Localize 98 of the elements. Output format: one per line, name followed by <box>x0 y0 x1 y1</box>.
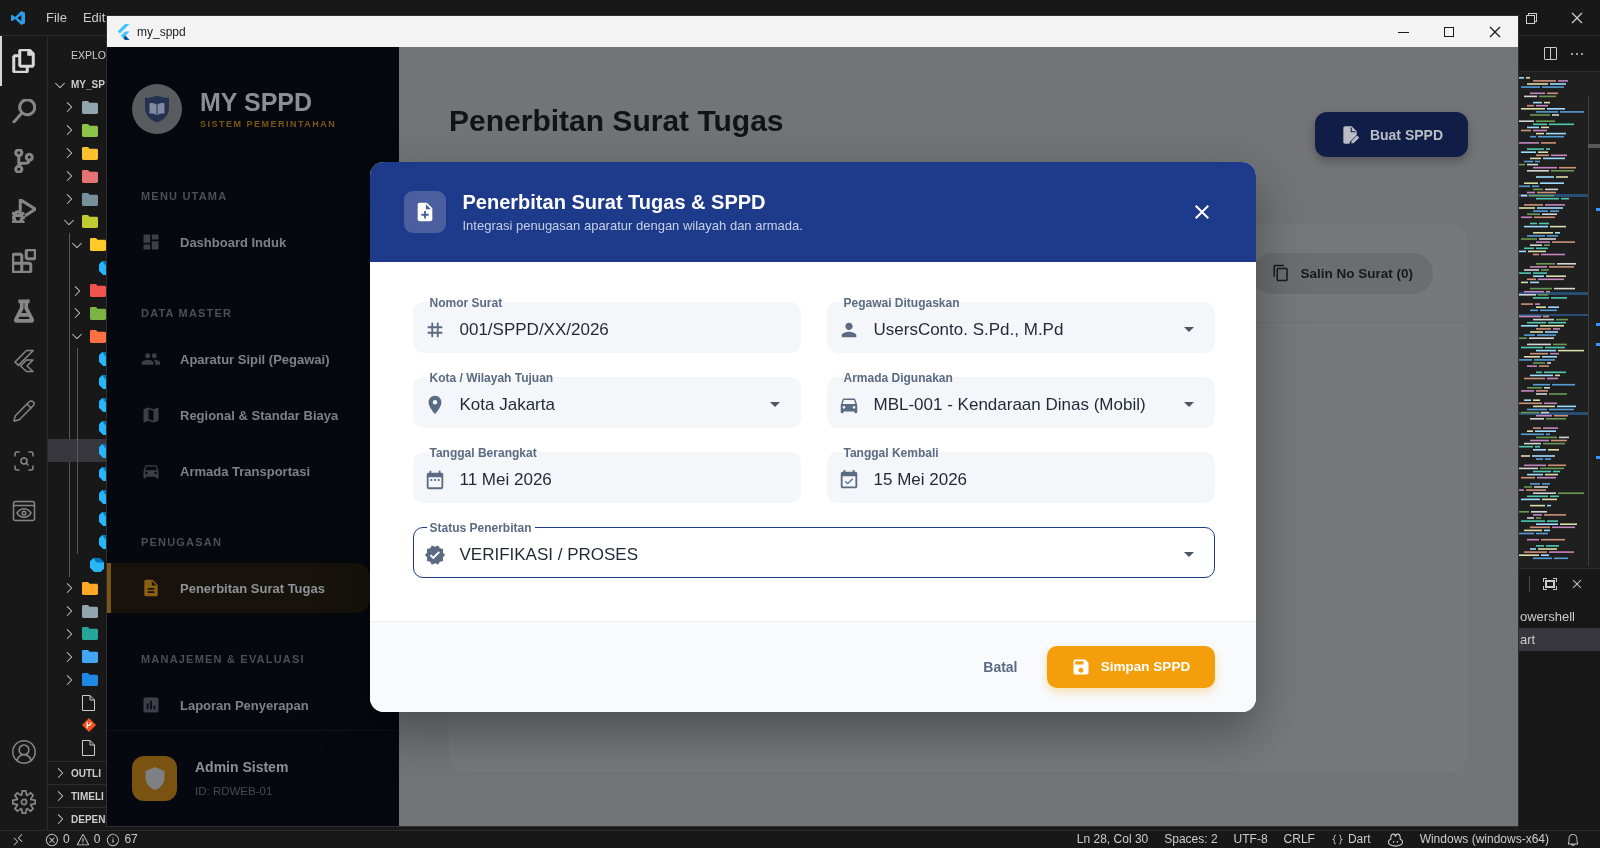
caret-icon <box>1183 327 1194 332</box>
run-debug-icon[interactable] <box>11 199 36 223</box>
status-item[interactable]: UTF-8 <box>1225 831 1276 848</box>
file-icon <box>81 740 95 757</box>
nav-item[interactable]: Regional & Standar Biaya <box>107 390 370 440</box>
bar-chart-icon <box>141 695 161 715</box>
section-title: DATA MASTER <box>141 306 233 320</box>
cancel-button[interactable]: Batal <box>971 648 1030 685</box>
create-button[interactable]: Buat SPPD <box>1314 112 1468 157</box>
caret-icon <box>1183 402 1194 407</box>
settings-icon[interactable] <box>11 790 36 814</box>
field-value: 001/SPPD/XX/2026 <box>459 319 609 340</box>
document-icon <box>141 578 161 598</box>
dropdown-field[interactable]: Armada Digunakan MBL-001 - Kendaraan Dinas (Mobil) <box>826 370 1215 428</box>
code-file-icon <box>90 558 104 573</box>
menu-item[interactable]: File <box>46 8 67 27</box>
field-label: Tanggal Kembali <box>842 445 940 460</box>
pencil-icon[interactable] <box>11 399 36 423</box>
emblem-logo-icon <box>132 84 182 134</box>
extensions-icon[interactable] <box>11 249 36 273</box>
nav-item[interactable]: Dashboard Induk <box>107 217 370 267</box>
source-control-icon[interactable] <box>11 149 36 173</box>
status-item[interactable]: Dart <box>1322 831 1379 848</box>
dropdown-field[interactable]: Pegawai Ditugaskan UsersConto. S.Pd., M.Pd <box>826 295 1215 353</box>
nav-item[interactable]: Laporan Penyerapan <box>107 680 370 730</box>
eye-window-icon[interactable] <box>11 499 36 523</box>
status-item[interactable]: 67 <box>106 831 138 848</box>
remote-icon[interactable] <box>11 832 25 847</box>
nav-item[interactable]: Armada Transportasi <box>107 446 370 496</box>
field-label: Status Penerbitan <box>428 520 533 535</box>
app-logo-icon <box>117 23 130 40</box>
page-title: Penerbitan Surat Tugas <box>449 103 784 139</box>
info-icon <box>106 832 121 847</box>
nav-item[interactable]: Aparatur Sipil (Pegawai) <box>107 334 370 384</box>
panel-title: EXPLO <box>71 48 107 61</box>
map-icon <box>141 405 161 425</box>
user-id: ID: RDWEB-01 <box>195 784 274 798</box>
status-item[interactable]: Windows (windows-x64) <box>1411 831 1557 848</box>
field-value: 15 Mei 2026 <box>873 469 968 490</box>
caret-icon <box>1183 552 1194 557</box>
active-indicator <box>0 36 2 86</box>
field-value: 11 Mei 2026 <box>459 469 552 490</box>
status-item[interactable]: 0 <box>75 831 101 848</box>
bell-icon[interactable] <box>1566 832 1580 847</box>
terminal-tab[interactable]: owershell <box>1517 605 1600 628</box>
window-title: my_sppd <box>137 24 186 39</box>
nav-item[interactable]: Penerbitan Surat Tugas <box>107 563 370 613</box>
status-item[interactable]: 0 <box>45 831 70 848</box>
branch-file-icon <box>81 718 96 733</box>
tree-root[interactable]: MY_SP <box>48 73 107 96</box>
dialog-subtitle: Integrasi penugasan aparatur dengan wilayah dan armada. <box>462 216 803 234</box>
field-value: Kota Jakarta <box>459 394 555 415</box>
field-label: Pegawai Ditugaskan <box>842 295 961 310</box>
field-label: Armada Digunakan <box>842 370 954 385</box>
dropdown-field[interactable]: Status Penerbitan VERIFIKASI / PROSES <box>412 520 1215 578</box>
dropdown-field[interactable]: Kota / Wilayah Tujuan Kota Jakarta <box>412 370 801 428</box>
error-icon <box>45 832 59 847</box>
note-add-icon <box>403 190 446 233</box>
section-title: MANAJEMEN & EVALUASI <box>141 652 305 666</box>
section-title: PENUGASAN <box>141 535 223 549</box>
field-value: MBL-001 - Kendaraan Dinas (Mobil) <box>873 394 1146 415</box>
terminal-tab[interactable]: art <box>1517 628 1600 651</box>
brand-name: MY SPPD <box>200 88 314 116</box>
braces-icon <box>1330 833 1344 846</box>
dialog-title: Penerbitan Surat Tugas & SPPD <box>462 189 766 214</box>
input-field[interactable]: Nomor Surat 001/SPPD/XX/2026 <box>412 295 801 353</box>
robot-face-icon[interactable] <box>1387 832 1403 847</box>
beaker-icon[interactable] <box>11 299 36 323</box>
user-name: Admin Sistem <box>195 759 289 776</box>
chevrons-logo-icon[interactable] <box>11 349 36 373</box>
shield-icon <box>132 756 177 801</box>
status-item[interactable]: Spaces: 2 <box>1156 831 1226 848</box>
split-editor-icon[interactable] <box>1542 45 1558 62</box>
maximize-panel-icon[interactable] <box>1542 576 1558 592</box>
field-value: VERIFIKASI / PROSES <box>459 544 639 565</box>
status-item[interactable]: CRLF <box>1275 831 1323 848</box>
dashboard-icon <box>141 232 161 252</box>
files-icon[interactable] <box>11 49 36 73</box>
section-title: MENU UTAMA <box>141 189 228 203</box>
file-icon <box>81 694 95 711</box>
input-field[interactable]: Tanggal Berangkat 11 Mei 2026 <box>412 445 801 503</box>
field-label: Nomor Surat <box>428 295 504 310</box>
field-label: Tanggal Berangkat <box>428 445 538 460</box>
app-logo-icon <box>10 9 26 26</box>
input-field[interactable]: Tanggal Kembali 15 Mei 2026 <box>826 445 1215 503</box>
field-value: UsersConto. S.Pd., M.Pd <box>873 319 1064 340</box>
warning-icon <box>75 832 90 847</box>
caret-icon <box>769 402 780 407</box>
tree-item[interactable] <box>48 439 107 463</box>
scan-search-icon[interactable] <box>11 449 36 473</box>
status-item[interactable]: Ln 28, Col 30 <box>1068 831 1157 848</box>
account-icon[interactable] <box>11 740 36 764</box>
copy-icon <box>1272 264 1291 282</box>
brand-tagline: SISTEM PEMERINTAHAN <box>200 118 337 130</box>
menu-item[interactable]: Edit <box>82 8 106 27</box>
verified-badge-icon <box>423 543 446 566</box>
search-icon[interactable] <box>11 99 36 123</box>
field-label: Kota / Wilayah Tujuan <box>428 370 555 385</box>
